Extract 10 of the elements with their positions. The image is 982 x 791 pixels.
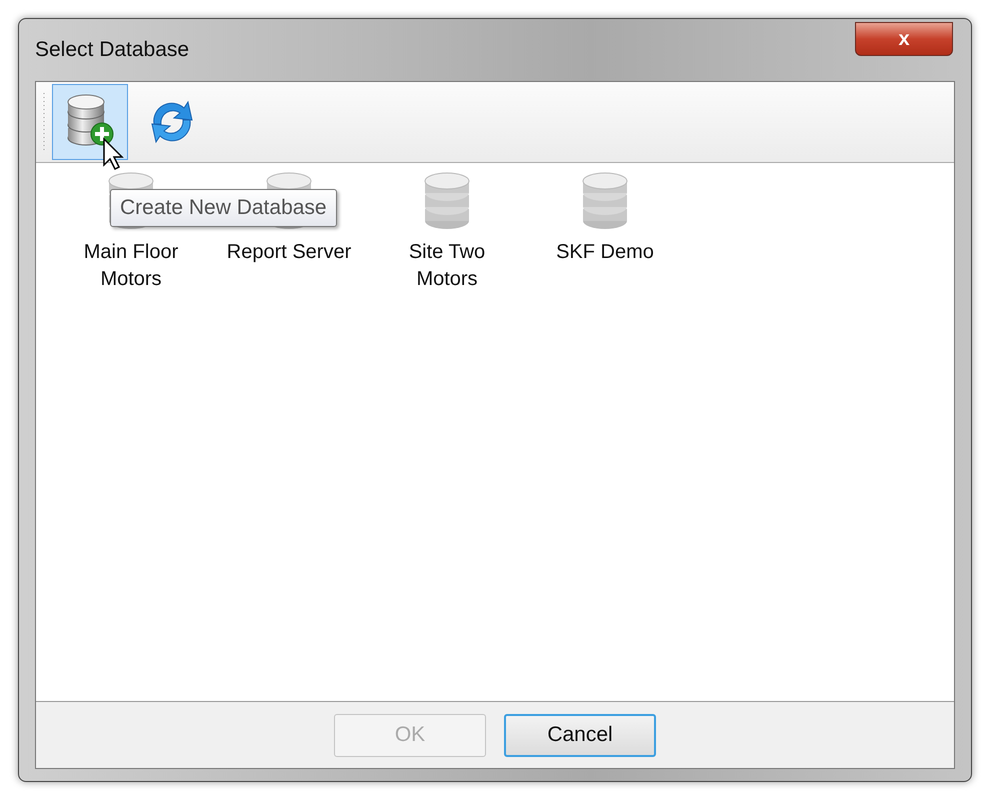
database-label[interactable]: Report Server: [226, 239, 352, 266]
mouse-cursor-icon: [102, 137, 126, 171]
database-label[interactable]: SKF Demo: [556, 239, 654, 266]
database-label[interactable]: Site Two Motors: [380, 239, 514, 293]
window-title: Select Database: [35, 38, 190, 62]
tooltip: Create New Database: [110, 189, 337, 227]
close-button[interactable]: x: [855, 22, 953, 56]
dialog-button[interactable]: Cancel: [504, 714, 656, 756]
database-label[interactable]: Main Floor Motors: [64, 239, 198, 293]
add-database-button[interactable]: [52, 84, 128, 160]
